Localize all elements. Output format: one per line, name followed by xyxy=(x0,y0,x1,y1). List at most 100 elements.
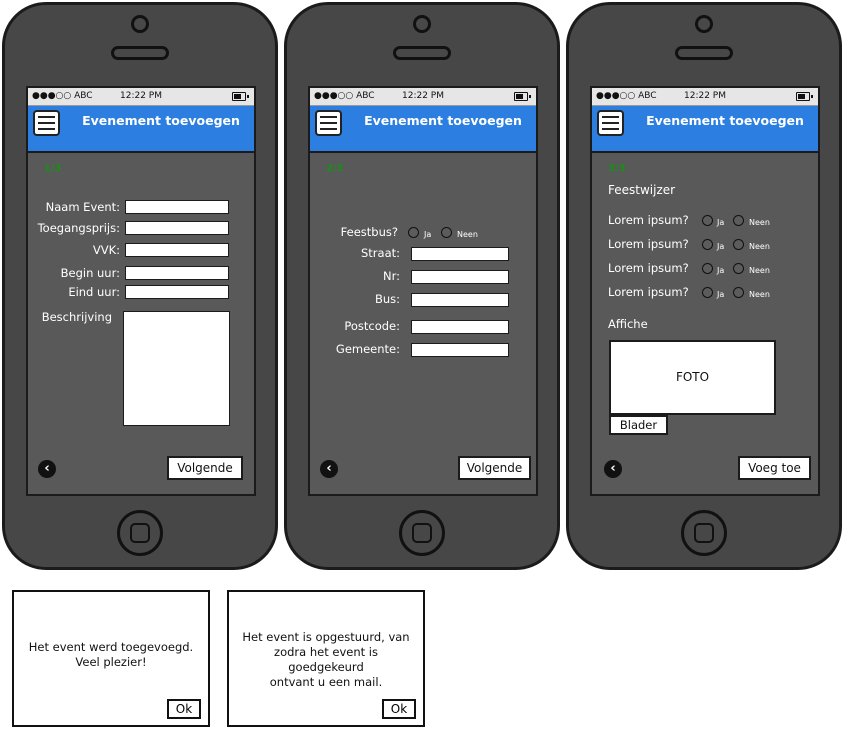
description-textarea[interactable] xyxy=(123,311,230,426)
field-label-street: Straat: xyxy=(360,246,400,260)
field-label-start: Begin uur: xyxy=(60,266,120,280)
party-bus-yes-radio[interactable] xyxy=(408,227,419,238)
status-bar: ●●●○○ ABC 12:22 PM xyxy=(310,88,536,106)
app-bar: Evenement toevoegen xyxy=(28,106,254,153)
start-time-input[interactable] xyxy=(125,266,229,280)
phone-frame-step-1: ●●●○○ ABC 12:22 PM Evenement toevoegen 1… xyxy=(2,2,278,570)
dialog-message-line: ontvant u een mail. xyxy=(269,675,383,689)
postcode-input[interactable] xyxy=(411,320,509,334)
question-4-no-radio[interactable] xyxy=(733,287,744,298)
step-indicator: 3/3 xyxy=(608,163,626,174)
battery-icon xyxy=(514,92,531,101)
submitted-dialog: Het event is opgestuurd, van zodra het e… xyxy=(227,590,425,727)
party-bus-yes-label: Ja xyxy=(424,230,432,239)
dialog-message: Het event werd toegevoegd. Veel plezier! xyxy=(20,640,202,670)
photo-placeholder: FOTO xyxy=(609,340,776,415)
question-2-yes-label: Ja xyxy=(717,242,725,251)
app-bar: Evenement toevoegen xyxy=(592,106,818,153)
speaker-icon xyxy=(675,46,733,60)
street-input[interactable] xyxy=(411,247,509,261)
question-2-yes-radio[interactable] xyxy=(702,239,713,250)
question-1-no-radio[interactable] xyxy=(733,215,744,226)
status-time: 12:22 PM xyxy=(684,91,726,101)
question-3-yes-label: Ja xyxy=(717,266,725,275)
page-title: Evenement toevoegen xyxy=(646,113,804,128)
next-button[interactable]: Volgende xyxy=(458,456,531,480)
field-label-number: Nr: xyxy=(382,269,400,283)
step-indicator: 1/3 xyxy=(44,163,62,174)
section-title-party-guide: Feestwijzer xyxy=(608,183,676,197)
city-input[interactable] xyxy=(411,343,509,357)
question-1-yes-radio[interactable] xyxy=(702,215,713,226)
price-input[interactable] xyxy=(125,221,229,235)
question-3-no-label: Neen xyxy=(749,266,770,275)
success-dialog: Het event werd toegevoegd. Veel plezier!… xyxy=(12,590,210,727)
phone-frame-step-2: ●●●○○ ABC 12:22 PM Evenement toevoegen 2… xyxy=(284,2,560,570)
add-button[interactable]: Voeg toe xyxy=(738,456,811,480)
question-4-no-label: Neen xyxy=(749,290,770,299)
field-label-city: Gemeente: xyxy=(335,342,400,356)
back-arrow-icon[interactable]: ‹ xyxy=(320,460,338,478)
question-3-yes-radio[interactable] xyxy=(702,263,713,274)
status-time: 12:22 PM xyxy=(120,91,162,101)
box-input[interactable] xyxy=(411,293,509,307)
screen: ●●●○○ ABC 12:22 PM Evenement toevoegen 1… xyxy=(26,86,256,496)
number-input[interactable] xyxy=(411,270,509,284)
step-indicator: 2/3 xyxy=(326,163,344,174)
poster-label: Affiche xyxy=(608,317,648,331)
presale-input[interactable] xyxy=(125,243,229,257)
field-label-presale: VVK: xyxy=(92,243,120,257)
question-1-no-label: Neen xyxy=(749,218,770,227)
question-label-4: Lorem ipsum? xyxy=(608,285,689,299)
field-label-end: Eind uur: xyxy=(68,285,120,299)
field-label-price: Toegangsprijs: xyxy=(37,221,120,235)
back-arrow-icon[interactable]: ‹ xyxy=(38,460,56,478)
party-bus-no-radio[interactable] xyxy=(441,227,452,238)
home-button[interactable] xyxy=(681,510,727,556)
camera-icon xyxy=(413,15,431,33)
question-label-1: Lorem ipsum? xyxy=(608,213,689,227)
menu-icon[interactable] xyxy=(33,110,60,136)
dialog-message-line: Het event is opgestuurd, van xyxy=(242,630,410,644)
party-bus-label: Feestbus? xyxy=(340,225,398,239)
dialog-message-line: Het event werd toegevoegd. xyxy=(28,640,194,654)
question-3-no-radio[interactable] xyxy=(733,263,744,274)
screen: ●●●○○ ABC 12:22 PM Evenement toevoegen 3… xyxy=(590,86,820,496)
end-time-input[interactable] xyxy=(125,285,229,299)
screen: ●●●○○ ABC 12:22 PM Evenement toevoegen 2… xyxy=(308,86,538,496)
phone-frame-step-3: ●●●○○ ABC 12:22 PM Evenement toevoegen 3… xyxy=(566,2,842,570)
question-2-no-radio[interactable] xyxy=(733,239,744,250)
ok-button[interactable]: Ok xyxy=(382,699,416,719)
menu-icon[interactable] xyxy=(315,110,342,136)
dialog-message-line: zodra het event is goedgekeurd xyxy=(274,645,378,674)
app-bar: Evenement toevoegen xyxy=(310,106,536,153)
question-2-no-label: Neen xyxy=(749,242,770,251)
speaker-icon xyxy=(393,46,451,60)
battery-icon xyxy=(796,92,813,101)
status-bar: ●●●○○ ABC 12:22 PM xyxy=(592,88,818,106)
dialog-message: Het event is opgestuurd, van zodra het e… xyxy=(235,630,417,690)
question-4-yes-label: Ja xyxy=(717,290,725,299)
home-button[interactable] xyxy=(399,510,445,556)
question-label-2: Lorem ipsum? xyxy=(608,237,689,251)
next-button[interactable]: Volgende xyxy=(167,456,243,480)
speaker-icon xyxy=(111,46,169,60)
status-time: 12:22 PM xyxy=(402,91,444,101)
party-bus-no-label: Neen xyxy=(457,230,478,239)
home-button[interactable] xyxy=(117,510,163,556)
question-label-3: Lorem ipsum? xyxy=(608,261,689,275)
browse-button[interactable]: Blader xyxy=(609,415,668,435)
battery-icon xyxy=(232,92,249,101)
question-1-yes-label: Ja xyxy=(717,218,725,227)
page-title: Evenement toevoegen xyxy=(364,113,522,128)
description-label: Beschrijving xyxy=(41,310,112,324)
menu-icon[interactable] xyxy=(597,110,624,136)
status-bar: ●●●○○ ABC 12:22 PM xyxy=(28,88,254,106)
ok-button[interactable]: Ok xyxy=(167,699,201,719)
field-label-postcode: Postcode: xyxy=(344,319,400,333)
question-4-yes-radio[interactable] xyxy=(702,287,713,298)
name-input[interactable] xyxy=(125,200,229,214)
back-arrow-icon[interactable]: ‹ xyxy=(604,460,622,478)
field-label-box: Bus: xyxy=(374,292,400,306)
page-title: Evenement toevoegen xyxy=(82,113,240,128)
